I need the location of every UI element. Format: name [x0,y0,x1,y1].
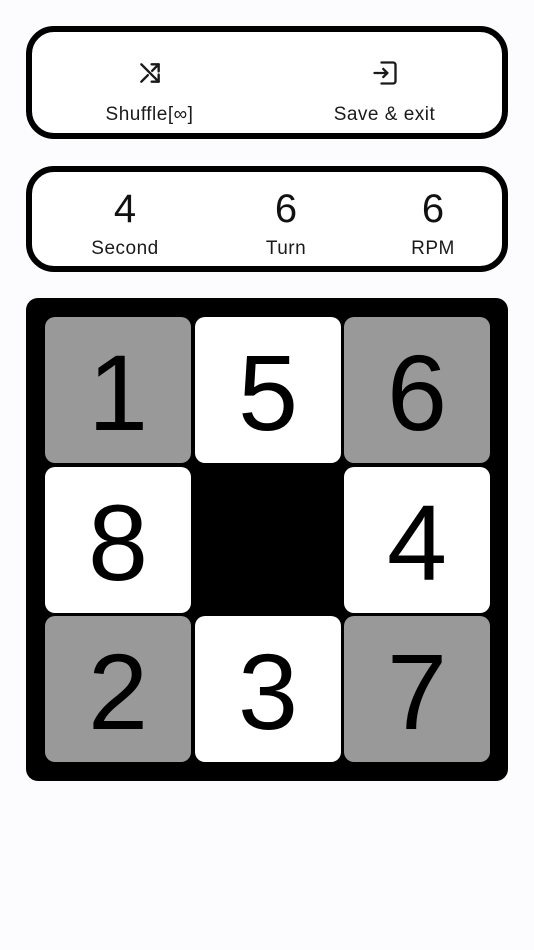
action-bar: Shuffle[∞] Save & exit [26,26,508,139]
stats-panel: 4 Second 6 Turn 6 RPM [26,166,508,272]
stat-rpm-label: RPM [411,238,455,259]
tile-5[interactable]: 5 [195,317,341,463]
stat-seconds: 4 Second [55,184,195,260]
tile-7[interactable]: 7 [344,616,490,762]
shuffle-button[interactable]: Shuffle[∞] [32,32,267,133]
save-exit-button[interactable]: Save & exit [267,32,502,133]
stat-seconds-label: Second [91,238,159,259]
tile-8[interactable]: 8 [45,467,191,613]
stat-turns: 6 Turn [216,184,356,260]
tile-2[interactable]: 2 [45,616,191,762]
stat-rpm-value: 6 [421,187,445,231]
tile-6[interactable]: 6 [344,317,490,463]
shuffle-label: Shuffle[∞] [105,104,194,125]
stat-turns-value: 6 [274,187,298,231]
stat-seconds-value: 4 [113,187,137,231]
save-exit-label: Save & exit [333,104,436,125]
exit-to-app-icon [370,58,400,88]
tile-1[interactable]: 1 [45,317,191,463]
tile-4[interactable]: 4 [344,467,490,613]
puzzle-board: 156 8 4 237 [26,298,508,781]
stat-rpm: 6 RPM [363,184,503,260]
empty-slot [195,467,341,613]
tile-3[interactable]: 3 [195,616,341,762]
stat-turns-label: Turn [265,238,307,259]
shuffle-icon [135,58,165,88]
